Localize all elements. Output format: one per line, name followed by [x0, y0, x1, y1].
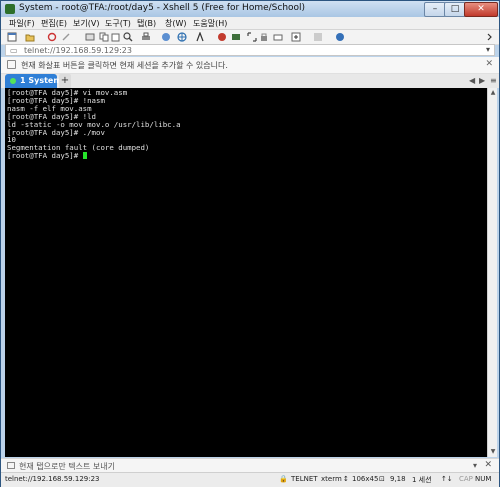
- menu-window[interactable]: 창(W): [165, 18, 187, 29]
- keyboard-icon[interactable]: [273, 32, 283, 42]
- terminal-area[interactable]: [root@TFA day5]# vi mov.asm [root@TFA day…: [5, 88, 487, 457]
- connected-status-icon: [10, 78, 16, 84]
- address-input[interactable]: telnet://192.168.59.129:23: [24, 46, 132, 55]
- address-bar[interactable]: ▭ telnet://192.168.59.129:23 ▾: [5, 44, 495, 56]
- lock-icon[interactable]: [259, 32, 269, 42]
- tab-menu-icon[interactable]: ≡: [490, 76, 497, 85]
- tab-prev-icon[interactable]: ◀: [469, 76, 475, 85]
- title-bar[interactable]: System - root@TFA:/root/day5 - Xshell 5 …: [1, 1, 499, 17]
- layout-icon[interactable]: [313, 32, 323, 42]
- menu-edit[interactable]: 편집(E): [41, 18, 67, 29]
- terminal-output: [root@TFA day5]# vi mov.asm [root@TFA day…: [7, 89, 181, 160]
- reconnect-icon[interactable]: [47, 32, 57, 42]
- status-size: 106x45: [352, 475, 379, 483]
- terminal-prompt: [root@TFA day5]#: [7, 151, 83, 161]
- terminal-line: [root@TFA day5]# ./mov: [7, 127, 105, 137]
- menu-help[interactable]: 도움말(H): [193, 18, 227, 29]
- xftp-icon[interactable]: [217, 32, 227, 42]
- compose-input[interactable]: 현재 탭으로만 텍스트 보내기: [19, 461, 115, 472]
- toolbar: [1, 30, 499, 45]
- tab-next-icon[interactable]: ▶: [479, 76, 485, 85]
- help-icon[interactable]: [335, 32, 345, 42]
- globe-icon[interactable]: [177, 32, 187, 42]
- tab-system-label: 1 System: [20, 76, 62, 85]
- color-scheme-icon[interactable]: [161, 32, 171, 42]
- close-button[interactable]: ✕: [464, 2, 498, 17]
- status-connection: telnet://192.168.59.129:23: [5, 475, 100, 483]
- status-cursor-pos: 9,18: [390, 475, 406, 483]
- print-icon[interactable]: [141, 32, 151, 42]
- toolbar-overflow-icon[interactable]: [485, 32, 495, 42]
- status-scroll-arrows: ↑↓: [441, 475, 453, 483]
- status-cap: CAP: [459, 475, 473, 483]
- menu-tab[interactable]: 탭(B): [137, 18, 156, 29]
- compose-menu-icon[interactable]: ▾: [473, 461, 477, 470]
- maximize-button[interactable]: □: [444, 2, 466, 17]
- status-size-icon: ↕: [343, 475, 349, 483]
- menu-bar: 파일(F) 편집(E) 보기(V) 도구(T) 탭(B) 창(W) 도움말(H): [1, 17, 499, 30]
- status-protocol: TELNET: [291, 475, 318, 483]
- terminal-cursor: [82, 152, 87, 160]
- minimize-button[interactable]: –: [424, 2, 446, 17]
- add-icon[interactable]: [291, 32, 301, 42]
- address-bar-icon: ▭: [10, 46, 18, 55]
- status-cursor-icon: ⊡: [379, 475, 385, 483]
- disconnect-icon[interactable]: [61, 32, 71, 42]
- font-icon[interactable]: [195, 32, 205, 42]
- scroll-down-icon[interactable]: ▼: [489, 448, 497, 456]
- xshell-app-icon: [5, 4, 15, 14]
- status-lock-icon: 🔒: [279, 475, 288, 483]
- open-folder-icon[interactable]: [25, 32, 35, 42]
- xshell-window: System - root@TFA:/root/day5 - Xshell 5 …: [0, 0, 500, 487]
- info-icon: [7, 60, 16, 69]
- compose-close-button[interactable]: ✕: [484, 460, 492, 470]
- menu-view[interactable]: 보기(V): [73, 18, 99, 29]
- terminal-prompt-line[interactable]: [root@TFA day5]#: [7, 152, 181, 160]
- address-dropdown-icon[interactable]: ▾: [486, 45, 490, 54]
- scroll-up-icon[interactable]: ▲: [489, 89, 497, 97]
- copy-icon[interactable]: [99, 32, 109, 42]
- paste-icon[interactable]: [111, 32, 121, 42]
- properties-icon[interactable]: [85, 32, 95, 42]
- menu-tools[interactable]: 도구(T): [105, 18, 131, 29]
- status-num: NUM: [475, 475, 492, 483]
- compose-icon: [7, 462, 15, 469]
- info-bar-message: 현재 화살표 버튼을 클릭하면 현재 세션을 추가할 수 있습니다.: [21, 61, 228, 70]
- status-bar: telnet://192.168.59.129:23 🔒 TELNET xter…: [1, 472, 499, 487]
- new-tab-button[interactable]: +: [59, 74, 71, 88]
- find-icon[interactable]: [123, 32, 133, 42]
- status-sessions: 1 세션: [412, 476, 432, 484]
- info-bar-close-button[interactable]: ✕: [485, 59, 493, 69]
- window-title: System - root@TFA:/root/day5 - Xshell 5 …: [19, 3, 306, 13]
- tab-system[interactable]: 1 System: [5, 74, 62, 88]
- compose-bar[interactable]: 현재 탭으로만 텍스트 보내기 ▾ ✕: [1, 458, 499, 473]
- terminal-scrollbar[interactable]: ▲ ▼: [487, 88, 497, 457]
- tab-bar: 1 System + ◀ ▶ ≡: [1, 74, 499, 88]
- info-bar: 현재 화살표 버튼을 클릭하면 현재 세션을 추가할 수 있습니다. ✕: [1, 57, 499, 74]
- new-session-icon[interactable]: [7, 32, 17, 42]
- menu-file[interactable]: 파일(F): [9, 18, 35, 29]
- tunnel-icon[interactable]: [231, 32, 241, 42]
- status-terminal-type: xterm: [321, 475, 342, 483]
- fullscreen-icon[interactable]: [247, 32, 257, 42]
